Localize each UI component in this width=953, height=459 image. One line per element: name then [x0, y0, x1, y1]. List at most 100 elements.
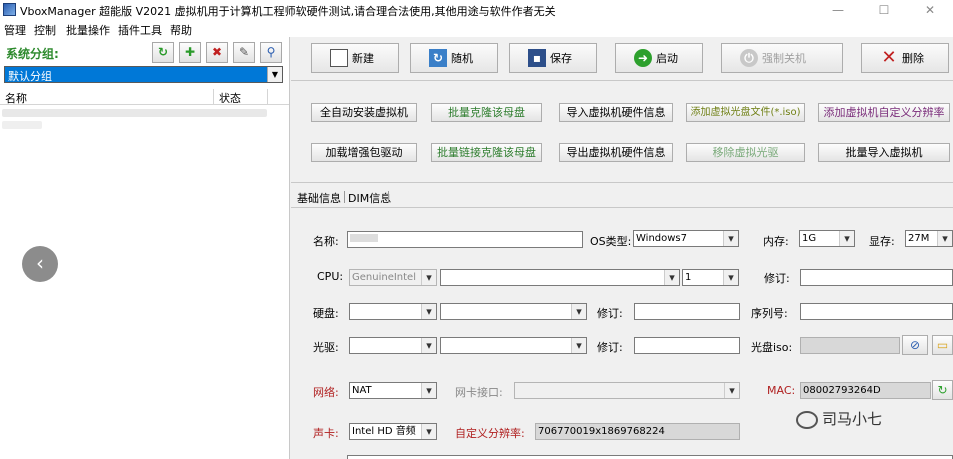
cpu-model-select[interactable]: [440, 269, 680, 286]
sound-select[interactable]: Intel HD 音频: [349, 423, 437, 440]
menu-bar: 管理 控制 批量操作 插件工具 帮助: [0, 20, 953, 37]
cdrom-revise-label: 修订:: [597, 341, 623, 354]
clear-iso-button[interactable]: ⊘: [902, 335, 928, 355]
nic-select[interactable]: [514, 382, 740, 399]
force-shutdown-button[interactable]: ⏻ 强制关机: [721, 43, 843, 73]
vram-select[interactable]: 27M: [905, 230, 953, 247]
add-resolution-button[interactable]: 添加虚拟机自定义分辨率: [818, 103, 950, 122]
disk-model-select[interactable]: [440, 303, 587, 320]
disk-label: 硬盘:: [313, 307, 339, 320]
browse-iso-button[interactable]: ▭: [932, 335, 953, 355]
tab-basic-info[interactable]: 基础信息: [297, 190, 341, 206]
plus-icon: ✚: [184, 45, 196, 59]
power-icon: ⏻: [740, 49, 758, 67]
load-additions-button[interactable]: 加载增强包驱动: [311, 143, 417, 162]
chevron-left-icon[interactable]: ‹: [22, 246, 58, 282]
group-select-value: 默认分组: [8, 70, 52, 83]
random-button[interactable]: ↻ 随机: [410, 43, 498, 73]
close-icon[interactable]: ✕: [907, 0, 953, 20]
group-select[interactable]: 默认分组 ▼: [4, 66, 283, 83]
column-name[interactable]: 名称: [5, 90, 27, 106]
tab-divider: [344, 191, 345, 203]
folder-icon: ▭: [936, 338, 949, 352]
new-file-icon: [330, 49, 348, 67]
new-button[interactable]: 新建: [311, 43, 399, 73]
menu-plugins[interactable]: 插件工具: [118, 22, 162, 38]
cdrom-label: 光驱:: [313, 341, 339, 354]
os-type-select[interactable]: Windows7: [633, 230, 739, 247]
list-item[interactable]: [2, 121, 42, 129]
iso-path-field[interactable]: [800, 337, 900, 354]
serial-field[interactable]: [800, 303, 953, 320]
cdrom-model-select[interactable]: [440, 337, 587, 354]
iso-label: 光盘iso:: [751, 341, 793, 354]
window-title: VboxManager 超能版 V2021 虚拟机用于计算机工程师软硬件测试,请…: [20, 5, 556, 18]
remove-cdrom-button[interactable]: 移除虚拟光驱: [686, 143, 805, 162]
save-button[interactable]: ▪ 保存: [509, 43, 597, 73]
column-divider: [213, 89, 214, 105]
cpu-count-select[interactable]: 1: [682, 269, 739, 286]
cdrom-type-select[interactable]: [349, 337, 437, 354]
serial-label: 序列号:: [751, 307, 788, 320]
name-label: 名称:: [313, 235, 339, 248]
disk-revise-label: 修订:: [597, 307, 623, 320]
refresh-icon: ↻: [157, 45, 169, 59]
actions-divider: [291, 182, 953, 183]
batch-import-button[interactable]: 批量导入虚拟机: [818, 143, 950, 162]
menu-manage[interactable]: 管理: [4, 22, 26, 38]
resolution-field[interactable]: 706770019x1869768224: [535, 423, 740, 440]
cdrom-revise-field[interactable]: [634, 337, 740, 354]
refresh-group-button[interactable]: ↻: [152, 42, 174, 63]
cpu-label: CPU:: [317, 270, 344, 283]
batch-clone-button[interactable]: 批量克隆该母盘: [431, 103, 542, 122]
tab-dim-info[interactable]: DIM信息: [348, 190, 391, 206]
add-group-button[interactable]: ✚: [179, 42, 201, 63]
clear-circle-icon: ⊘: [909, 338, 921, 352]
disk-revise-field[interactable]: [634, 303, 740, 320]
wechat-icon: [796, 410, 818, 429]
memory-label: 内存:: [763, 235, 789, 248]
delete-button[interactable]: ✕ 删除: [861, 43, 949, 73]
import-hardware-button[interactable]: 导入虚拟机硬件信息: [559, 103, 673, 122]
maximize-icon[interactable]: ☐: [861, 0, 907, 20]
delete-x-icon: ✕: [881, 47, 897, 68]
toolbar-divider: [291, 80, 953, 81]
sound-label: 声卡:: [313, 427, 339, 440]
name-field[interactable]: [347, 231, 583, 248]
list-item[interactable]: [2, 109, 267, 117]
column-status[interactable]: 状态: [219, 90, 241, 106]
add-iso-button[interactable]: 添加虚拟光盘文件(*.iso): [686, 103, 805, 122]
bottom-field-partial[interactable]: [347, 455, 953, 459]
watermark: 司马小七: [796, 408, 882, 429]
resolution-label: 自定义分辨率:: [455, 427, 525, 440]
delete-group-button[interactable]: ✖: [206, 42, 228, 63]
start-icon: ➜: [634, 49, 652, 67]
random-mac-button[interactable]: ↻: [932, 380, 953, 400]
network-label: 网络:: [313, 386, 339, 399]
auto-install-button[interactable]: 全自动安装虚拟机: [311, 103, 417, 122]
search-icon: ⚲: [266, 45, 276, 59]
start-button[interactable]: ➜ 启动: [615, 43, 703, 73]
tab-divider: [388, 191, 389, 203]
cpu-revise-field[interactable]: [800, 269, 953, 286]
name-value-redacted: [350, 234, 378, 242]
title-bar: VboxManager 超能版 V2021 虚拟机用于计算机工程师软硬件测试,请…: [0, 0, 953, 20]
batch-linked-clone-button[interactable]: 批量链接克隆该母盘: [431, 143, 542, 162]
network-select[interactable]: NAT: [349, 382, 437, 399]
os-type-label: OS类型:: [590, 235, 632, 248]
export-hardware-button[interactable]: 导出虚拟机硬件信息: [559, 143, 673, 162]
menu-help[interactable]: 帮助: [170, 22, 192, 38]
search-group-button[interactable]: ⚲: [260, 42, 282, 63]
mac-field[interactable]: 08002793264D: [800, 382, 931, 399]
minimize-icon[interactable]: —: [815, 0, 861, 20]
refresh-icon: ↻: [429, 49, 447, 67]
cpu-vendor-select[interactable]: GenuineIntel: [349, 269, 437, 286]
disk-type-select[interactable]: [349, 303, 437, 320]
menu-control[interactable]: 控制: [34, 22, 56, 38]
mac-label: MAC:: [767, 384, 796, 397]
save-icon: ▪: [528, 49, 546, 67]
menu-batch[interactable]: 批量操作: [66, 22, 110, 38]
edit-group-button[interactable]: ✎: [233, 42, 255, 63]
memory-select[interactable]: 1G: [799, 230, 855, 247]
chevron-down-icon: ▼: [267, 67, 282, 82]
